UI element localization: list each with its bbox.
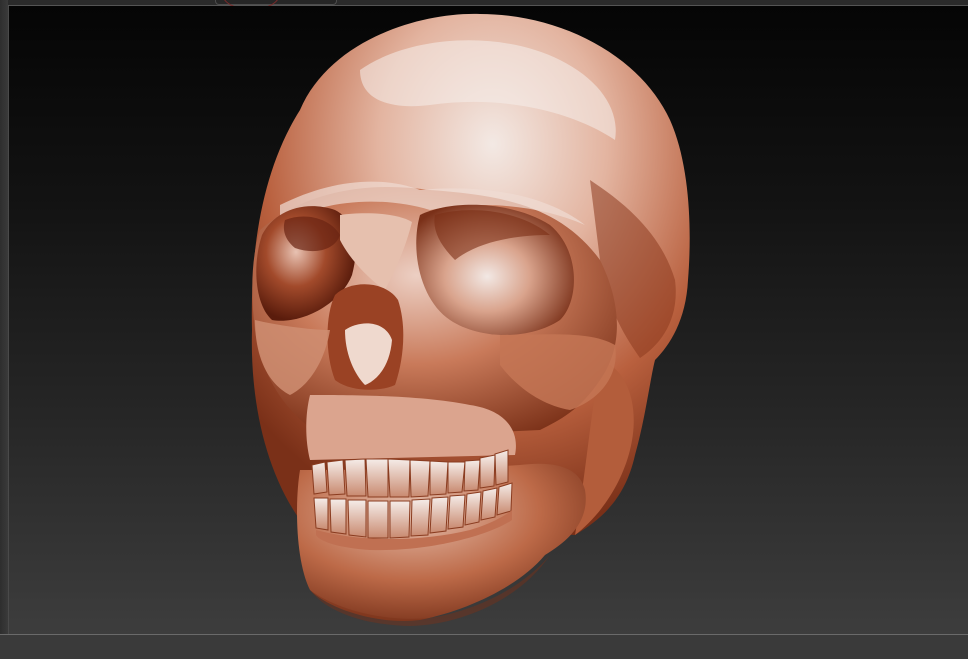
document-canvas[interactable] [9, 6, 968, 634]
skull-model[interactable] [9, 6, 968, 634]
bottom-shelf[interactable] [0, 634, 968, 659]
sculpt-app-window [0, 0, 968, 659]
left-tool-shelf[interactable] [0, 0, 9, 659]
